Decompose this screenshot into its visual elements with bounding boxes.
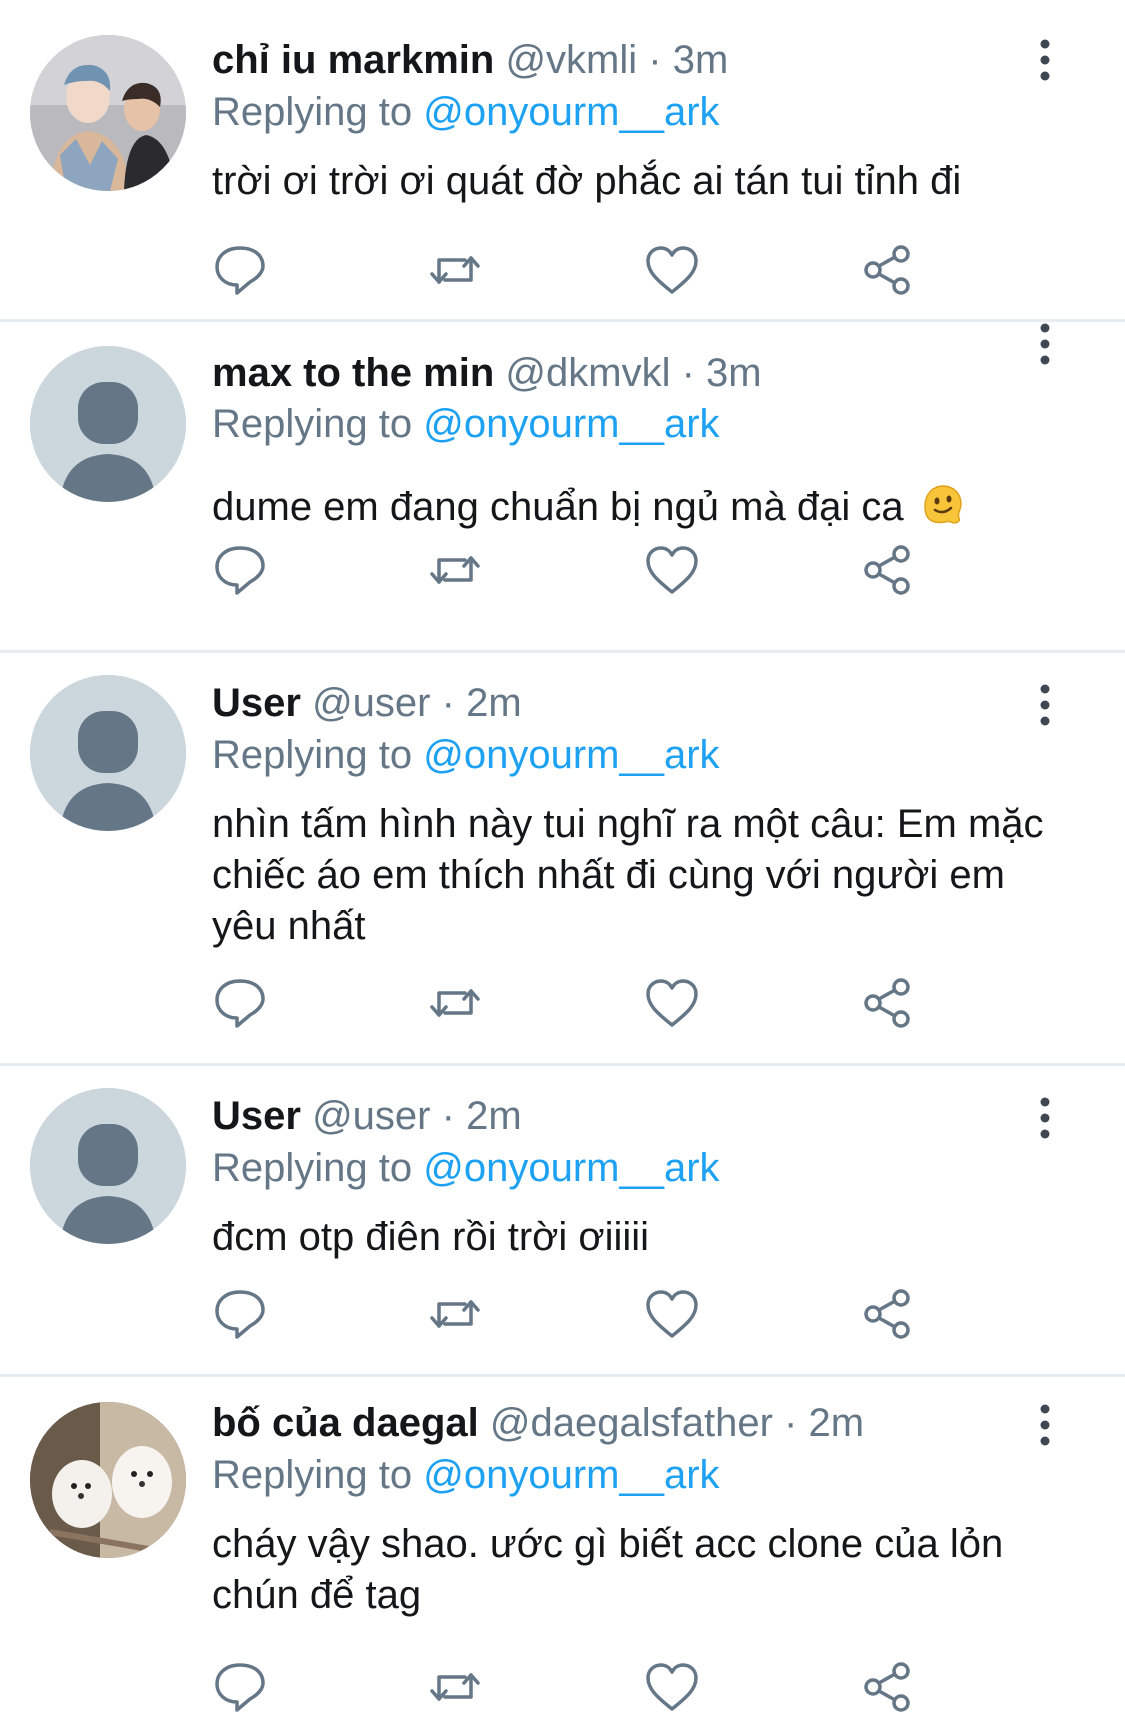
- share-icon[interactable]: [858, 240, 918, 300]
- mention-link[interactable]: @onyourm__ark: [423, 733, 719, 777]
- retweet-icon[interactable]: [425, 240, 485, 300]
- reply-tweet[interactable]: bố của daegal @daegalsfather · 2m Replyi…: [0, 1377, 1125, 1724]
- user-handle[interactable]: @vkmli: [505, 38, 637, 82]
- share-icon[interactable]: [858, 973, 918, 1033]
- reply-tweet[interactable]: User @user · 2m Replying to @onyourm__ar…: [0, 1066, 1125, 1374]
- replying-prefix: Replying to: [212, 733, 413, 777]
- separator-dot: ·: [681, 351, 695, 395]
- reply-icon[interactable]: [210, 1657, 270, 1717]
- reply-tweet[interactable]: max to the min @dkmvkl · 3m Replying to …: [0, 322, 1125, 650]
- tweet-header: User @user · 2m: [212, 1092, 522, 1140]
- action-bar: [210, 1284, 930, 1344]
- mention-link[interactable]: @onyourm__ark: [423, 402, 719, 446]
- reply-icon[interactable]: [210, 973, 270, 1033]
- like-icon[interactable]: [642, 1284, 702, 1344]
- more-options-icon[interactable]: [1030, 322, 1060, 366]
- tweet-header: max to the min @dkmvkl · 3m: [212, 349, 762, 397]
- avatar[interactable]: [30, 1088, 186, 1244]
- mention-link[interactable]: @onyourm__ark: [423, 90, 719, 134]
- avatar[interactable]: [30, 35, 186, 191]
- like-icon[interactable]: [642, 973, 702, 1033]
- replying-to-line: Replying to @onyourm__ark: [212, 731, 720, 779]
- share-icon[interactable]: [858, 1284, 918, 1344]
- like-icon[interactable]: [642, 540, 702, 600]
- replying-to-line: Replying to @onyourm__ark: [212, 400, 720, 448]
- reply-tweet[interactable]: User @user · 2m Replying to @onyourm__ar…: [0, 653, 1125, 1063]
- display-name[interactable]: max to the min: [212, 351, 494, 395]
- action-bar: [210, 540, 930, 600]
- melting-face-emoji-icon: [921, 482, 965, 526]
- separator-dot: ·: [784, 1401, 798, 1445]
- more-options-icon[interactable]: [1030, 38, 1060, 82]
- separator-dot: ·: [441, 681, 455, 725]
- tweet-text: nhìn tấm hình này tui nghĩ ra một câu: E…: [212, 802, 1044, 948]
- more-options-icon[interactable]: [1030, 1403, 1060, 1447]
- replying-prefix: Replying to: [212, 1146, 413, 1190]
- retweet-icon[interactable]: [425, 540, 485, 600]
- reply-tweet[interactable]: chỉ iu markmin @vkmli · 3m Replying to @…: [0, 0, 1125, 320]
- avatar-photo-icon: [30, 1402, 186, 1558]
- action-bar: [210, 1657, 930, 1717]
- timestamp[interactable]: 2m: [466, 1094, 522, 1138]
- like-icon[interactable]: [642, 240, 702, 300]
- reply-icon[interactable]: [210, 240, 270, 300]
- default-avatar-icon: [30, 1088, 186, 1244]
- user-handle[interactable]: @user: [312, 1094, 430, 1138]
- replying-to-line: Replying to @onyourm__ark: [212, 1451, 720, 1499]
- more-options-icon[interactable]: [1030, 1096, 1060, 1140]
- reply-icon[interactable]: [210, 540, 270, 600]
- display-name[interactable]: User: [212, 1094, 301, 1138]
- avatar[interactable]: [30, 1402, 186, 1558]
- replying-prefix: Replying to: [212, 402, 413, 446]
- retweet-icon[interactable]: [425, 1657, 485, 1717]
- timestamp[interactable]: 3m: [673, 38, 729, 82]
- timestamp[interactable]: 2m: [808, 1401, 864, 1445]
- action-bar: [210, 973, 930, 1033]
- tweet-header: User @user · 2m: [212, 679, 522, 727]
- separator-dot: ·: [648, 38, 662, 82]
- timestamp[interactable]: 2m: [466, 681, 522, 725]
- default-avatar-icon: [30, 346, 186, 502]
- share-icon[interactable]: [858, 1657, 918, 1717]
- display-name[interactable]: User: [212, 681, 301, 725]
- like-icon[interactable]: [642, 1657, 702, 1717]
- mention-link[interactable]: @onyourm__ark: [423, 1146, 719, 1190]
- tweet-text: dume em đang chuẩn bị ngủ mà đại ca: [212, 485, 904, 529]
- tweet-text: cháy vậy shao. ước gì biết acc clone của…: [212, 1522, 1004, 1617]
- tweet-body: dume em đang chuẩn bị ngủ mà đại ca: [212, 482, 1052, 533]
- avatar[interactable]: [30, 675, 186, 831]
- replying-to-line: Replying to @onyourm__ark: [212, 1144, 720, 1192]
- user-handle[interactable]: @daegalsfather: [490, 1401, 773, 1445]
- replying-to-line: Replying to @onyourm__ark: [212, 88, 720, 136]
- action-bar: [210, 240, 930, 300]
- share-icon[interactable]: [858, 540, 918, 600]
- avatar[interactable]: [30, 346, 186, 502]
- tweet-text: đcm otp điên rồi trời ơiiiii: [212, 1215, 650, 1259]
- mention-link[interactable]: @onyourm__ark: [423, 1453, 719, 1497]
- replying-prefix: Replying to: [212, 90, 413, 134]
- timestamp[interactable]: 3m: [706, 351, 762, 395]
- tweet-header: chỉ iu markmin @vkmli · 3m: [212, 36, 728, 84]
- default-avatar-icon: [30, 675, 186, 831]
- more-options-icon[interactable]: [1030, 683, 1060, 727]
- display-name[interactable]: chỉ iu markmin: [212, 38, 494, 82]
- tweet-text: trời ơi trời ơi quát đờ phắc ai tán tui …: [212, 159, 962, 203]
- avatar-photo-icon: [30, 35, 186, 191]
- retweet-icon[interactable]: [425, 973, 485, 1033]
- display-name[interactable]: bố của daegal: [212, 1401, 479, 1445]
- replying-prefix: Replying to: [212, 1453, 413, 1497]
- separator-dot: ·: [441, 1094, 455, 1138]
- user-handle[interactable]: @user: [312, 681, 430, 725]
- reply-icon[interactable]: [210, 1284, 270, 1344]
- retweet-icon[interactable]: [425, 1284, 485, 1344]
- tweet-header: bố của daegal @daegalsfather · 2m: [212, 1399, 864, 1447]
- user-handle[interactable]: @dkmvkl: [505, 351, 670, 395]
